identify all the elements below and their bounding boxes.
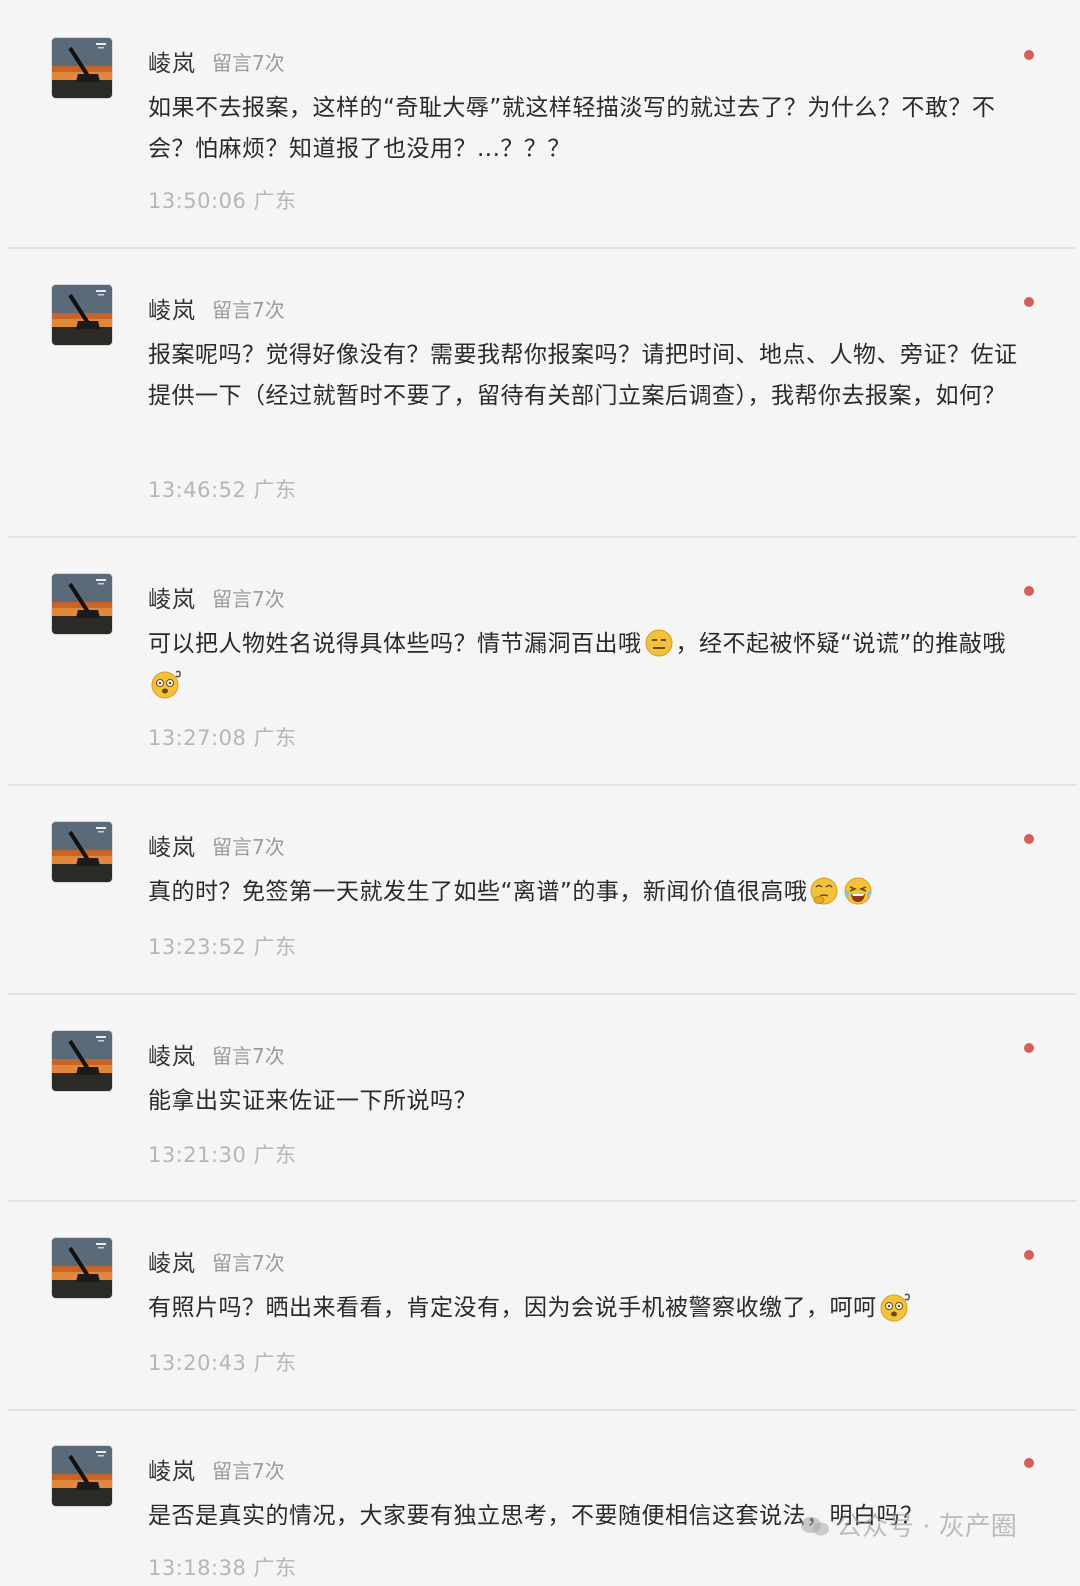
comment-count: 留言7次: [212, 1459, 285, 1483]
comment-item: 崚岚 留言7次 如果不去报案，这样的“奇耻大辱”就这样轻描淡写的就过去了？为什么…: [8, 38, 1076, 249]
comment-text-part: ，经不起被怀疑“说谎”的推敲哦: [675, 631, 1006, 657]
comment-item: 崚岚 留言7次 能拿出实证来佐证一下所说吗？ 13:21:30 广东: [8, 1031, 1076, 1202]
author-name[interactable]: 崚岚: [148, 1452, 196, 1486]
comment-count: 留言7次: [212, 51, 285, 75]
author-name[interactable]: 崚岚: [148, 1244, 196, 1278]
dizzy-emoji-icon: [879, 1292, 913, 1322]
watermark-text: 公众号 · 灰产圈: [836, 1512, 1017, 1542]
comment-item: 崚岚 留言7次 真的时？免签第一天就发生了如些“离谱”的事，新闻价值很高哦 13…: [8, 822, 1076, 995]
comment-count: 留言7次: [212, 835, 285, 859]
comment-text: 报案呢吗？觉得好像没有？需要我帮你报案吗？请把时间、地点、人物、旁证？佐证提供一…: [148, 342, 1018, 409]
wechat-icon: [800, 1514, 830, 1536]
unread-dot-icon: [1024, 586, 1034, 596]
comment-text: 有照片吗？晒出来看看，肯定没有，因为会说手机被警察收缴了，呵呵: [148, 1288, 1028, 1329]
comment-time: 13:27:08 广东: [148, 726, 297, 750]
avatar[interactable]: [52, 1446, 112, 1506]
comment-time: 13:23:52 广东: [148, 935, 297, 959]
author-name[interactable]: 崚岚: [148, 580, 196, 614]
unread-dot-icon: [1024, 834, 1034, 844]
avatar[interactable]: [52, 574, 112, 634]
comment-item: 崚岚 留言7次 有照片吗？晒出来看看，肯定没有，因为会说手机被警察收缴了，呵呵 …: [8, 1238, 1076, 1411]
comment-text: 真的时？免签第一天就发生了如些“离谱”的事，新闻价值很高哦: [148, 872, 1028, 913]
author-name[interactable]: 崚岚: [148, 828, 196, 862]
avatar[interactable]: [52, 822, 112, 882]
comment-time: 13:21:30 广东: [148, 1143, 297, 1167]
unread-dot-icon: [1024, 1043, 1034, 1053]
avatar[interactable]: [52, 38, 112, 98]
comment-time: 13:50:06 广东: [148, 189, 297, 213]
comment-text-part: 有照片吗？晒出来看看，肯定没有，因为会说手机被警察收缴了，呵呵: [148, 1295, 877, 1321]
watermark: 公众号 · 灰产圈: [800, 1506, 1017, 1543]
unread-dot-icon: [1024, 297, 1034, 307]
laughing-emoji-icon: [843, 876, 873, 906]
comment-time: 13:46:52 广东: [148, 478, 297, 502]
comment-text: 如果不去报案，这样的“奇耻大辱”就这样轻描淡写的就过去了？为什么？不敢？不会？怕…: [148, 95, 996, 162]
comment-text-part: 真的时？免签第一天就发生了如些“离谱”的事，新闻价值很高哦: [148, 879, 808, 905]
comment-time: 13:18:38 广东: [148, 1556, 297, 1580]
author-name[interactable]: 崚岚: [148, 1037, 196, 1071]
expressionless-emoji-icon: [644, 628, 674, 658]
unread-dot-icon: [1024, 50, 1034, 60]
comment-count: 留言7次: [212, 1044, 285, 1068]
unread-dot-icon: [1024, 1250, 1034, 1260]
thinking-emoji-icon: [809, 876, 839, 906]
comment-item: 崚岚 留言7次 报案呢吗？觉得好像没有？需要我帮你报案吗？请把时间、地点、人物、…: [8, 285, 1076, 538]
avatar[interactable]: [52, 1031, 112, 1091]
comment-item: 崚岚 留言7次 可以把人物姓名说得具体些吗？情节漏洞百出哦 ，经不起被怀疑“说谎”…: [8, 574, 1076, 786]
comment-count: 留言7次: [212, 298, 285, 322]
unread-dot-icon: [1024, 1458, 1034, 1468]
author-name[interactable]: 崚岚: [148, 44, 196, 78]
comment-text: 可以把人物姓名说得具体些吗？情节漏洞百出哦 ，经不起被怀疑“说谎”的推敲哦: [148, 624, 1028, 706]
comment-text: 能拿出实证来佐证一下所说吗？: [148, 1088, 477, 1114]
avatar[interactable]: [52, 1238, 112, 1298]
author-name[interactable]: 崚岚: [148, 291, 196, 325]
comment-count: 留言7次: [212, 1251, 285, 1275]
avatar[interactable]: [52, 285, 112, 345]
comment-count: 留言7次: [212, 587, 285, 611]
dizzy-emoji-icon: [150, 669, 184, 699]
comment-time: 13:20:43 广东: [148, 1351, 297, 1375]
comment-text-part: 可以把人物姓名说得具体些吗？情节漏洞百出哦: [148, 631, 642, 657]
